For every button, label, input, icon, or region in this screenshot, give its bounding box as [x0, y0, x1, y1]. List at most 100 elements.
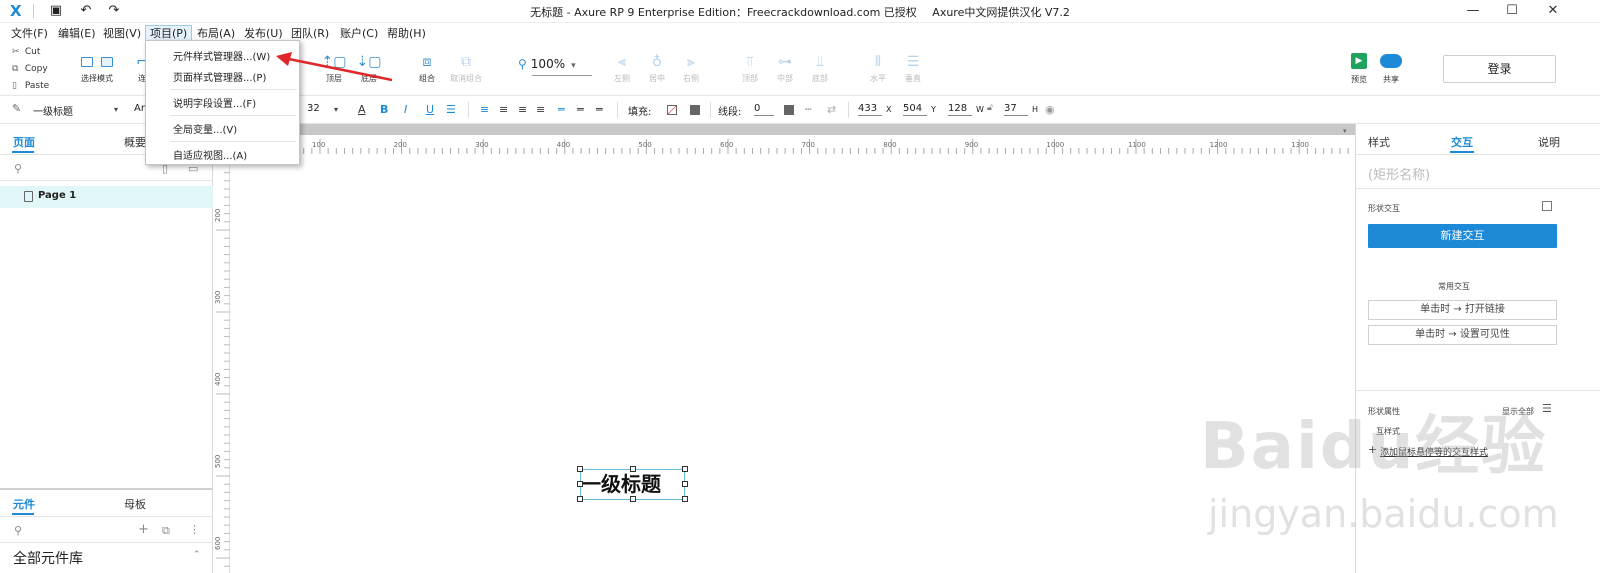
tab-notes[interactable]: 说明 — [1538, 134, 1560, 150]
font-family-select[interactable]: Ar — [134, 103, 145, 114]
login-button[interactable]: 登录 — [1443, 55, 1556, 83]
align-left-button[interactable]: ⫷ 左侧 — [602, 51, 642, 91]
ungroup-button[interactable]: ⧉ 取消组合 — [446, 51, 486, 91]
arrow-style-icon[interactable]: ⇄ — [827, 103, 836, 116]
align-text-left-icon[interactable]: ≡ — [480, 103, 489, 116]
show-all-link[interactable]: 显示全部 — [1502, 406, 1534, 417]
width-input[interactable]: 128 — [948, 103, 972, 116]
library-select[interactable]: 全部元件库 — [13, 548, 83, 568]
bullet-list-icon[interactable]: ☰ — [446, 103, 456, 116]
paste-button[interactable]: ▯ Paste — [12, 81, 49, 91]
fill-color-swatch[interactable] — [667, 105, 677, 115]
library-icon[interactable]: ⧉ — [162, 524, 170, 538]
fill-shadow-icon[interactable] — [690, 105, 700, 115]
cut-button[interactable]: ✂ Cut — [12, 47, 40, 57]
align-middle-button[interactable]: ⊶ 中部 — [765, 51, 805, 91]
resize-handle[interactable] — [630, 496, 636, 502]
justify-text-icon[interactable]: ≡ — [536, 103, 545, 116]
add-library-icon[interactable]: + — [138, 522, 149, 537]
x-input[interactable]: 433 — [858, 103, 882, 116]
panel-splitter[interactable] — [0, 488, 213, 490]
align-bottom-button[interactable]: ⫫ 底部 — [800, 51, 840, 91]
align-text-right-icon[interactable]: ≡ — [518, 103, 527, 116]
align-text-center-icon[interactable]: ≡ — [499, 103, 508, 116]
zoom-control[interactable]: ⚲ 100% ▾ — [518, 57, 592, 76]
search-icon[interactable]: ⚲ — [14, 524, 22, 537]
font-size-select[interactable]: 32 — [307, 103, 320, 114]
more-icon[interactable]: ⋮ — [189, 523, 200, 536]
menu-item-note-fields[interactable]: 说明字段设置...(F) — [173, 95, 256, 110]
menu-item-global-variables[interactable]: 全局变量...(V) — [173, 121, 237, 136]
menu-item-widget-style-manager[interactable]: 元件样式管理器...(W) — [173, 48, 270, 63]
chevron-down-icon[interactable]: ▾ — [114, 105, 118, 114]
valign-bottom-icon[interactable]: ═ — [596, 103, 603, 116]
add-interaction-style-link[interactable]: 添加鼠标悬停等的交互样式 — [1380, 445, 1488, 458]
tab-outline[interactable]: 概要 — [124, 134, 146, 150]
menu-file[interactable]: 文件(F) — [7, 25, 52, 42]
menu-item-page-style-manager[interactable]: 页面样式管理器...(P) — [173, 69, 266, 84]
share-button[interactable]: 共享 — [1375, 51, 1407, 85]
resize-handle[interactable] — [577, 466, 583, 472]
tab-style[interactable]: 样式 — [1368, 134, 1390, 150]
menu-item-adaptive-views[interactable]: 自适应视图...(A) — [173, 147, 247, 162]
page-item-page1[interactable]: Page 1 — [0, 186, 213, 208]
ruler-menu-icon[interactable]: ▾ — [1343, 127, 1347, 135]
menu-icon[interactable]: ☰ — [1542, 402, 1552, 415]
resize-handle[interactable] — [682, 466, 688, 472]
tab-masters[interactable]: 母板 — [124, 496, 146, 512]
valign-middle-icon[interactable]: ═ — [577, 103, 584, 116]
select-mode-button[interactable]: 选择模式 — [62, 51, 132, 91]
distribute-vertical-button[interactable]: ☰ 垂直 — [893, 51, 933, 91]
search-icon[interactable]: ⚲ — [14, 162, 22, 175]
line-pattern-icon[interactable]: ┅ — [805, 103, 812, 116]
underline-icon[interactable]: U — [426, 103, 434, 116]
close-icon[interactable]: ✕ — [1543, 2, 1563, 20]
maximize-icon[interactable]: ☐ — [1502, 2, 1522, 20]
click-open-link-button[interactable]: 单击时 → 打开链接 — [1368, 300, 1557, 320]
tab-widgets[interactable]: 元件 — [13, 496, 35, 512]
plus-icon[interactable]: + — [1368, 443, 1377, 456]
style-edit-icon[interactable]: ✎ — [12, 102, 21, 115]
distribute-horizontal-button[interactable]: ⦀ 水平 — [858, 51, 898, 91]
align-right-button[interactable]: ⫸ 右侧 — [671, 51, 711, 91]
resize-handle[interactable] — [630, 466, 636, 472]
new-interaction-button[interactable]: 新建交互 — [1368, 224, 1557, 248]
align-top-button[interactable]: ⫪ 顶部 — [730, 51, 770, 91]
height-input[interactable]: 37 — [1004, 103, 1028, 116]
preview-button[interactable]: ▶ 预览 — [1343, 51, 1375, 85]
shape-name-input[interactable]: (矩形名称) — [1368, 164, 1430, 183]
tab-pages[interactable]: 页面 — [13, 134, 35, 150]
line-color-swatch[interactable] — [784, 105, 794, 115]
minimize-icon[interactable]: — — [1463, 2, 1483, 20]
italic-icon[interactable]: I — [404, 103, 407, 116]
bold-icon[interactable]: B — [380, 103, 388, 116]
menu-edit[interactable]: 编辑(E) — [54, 25, 100, 42]
line-width-input[interactable]: 0 — [754, 103, 774, 116]
interaction-settings-icon[interactable] — [1542, 201, 1552, 211]
lock-icon[interactable]: 🔓︎ — [987, 103, 993, 113]
tab-interaction[interactable]: 交互 — [1451, 134, 1473, 150]
group-button[interactable]: ⧈ 组合 — [407, 51, 447, 91]
copy-button[interactable]: ⧉ Copy — [12, 64, 48, 74]
save-icon[interactable]: ▣ — [48, 3, 64, 19]
resize-handle[interactable] — [682, 481, 688, 487]
interaction-style-label: 互样式 — [1376, 427, 1400, 436]
style-name-select[interactable]: 一级标题 — [33, 103, 73, 118]
click-set-visible-button[interactable]: 单击时 → 设置可见性 — [1368, 325, 1557, 345]
resize-handle[interactable] — [577, 496, 583, 502]
resize-handle[interactable] — [577, 481, 583, 487]
redo-icon[interactable]: ↷ — [106, 3, 122, 19]
design-canvas[interactable]: ▾ 100 200 300 400 500 600 700 800 900 1000 1100 120… — [213, 124, 1355, 573]
eye-icon[interactable]: ◉ — [1045, 103, 1055, 116]
undo-icon[interactable]: ↶ — [78, 3, 94, 19]
chevron-up-icon[interactable]: ⌃ — [193, 550, 201, 560]
valign-top-icon[interactable]: ═ — [558, 103, 565, 116]
menu-help[interactable]: 帮助(H) — [383, 25, 430, 42]
resize-handle[interactable] — [682, 496, 688, 502]
menu-account[interactable]: 账户(C) — [336, 25, 382, 42]
font-color-icon[interactable]: A — [358, 103, 366, 116]
menu-view[interactable]: 视图(V) — [99, 25, 145, 42]
selected-widget-heading[interactable]: 一级标题 — [581, 468, 661, 497]
chevron-down-icon[interactable]: ▾ — [334, 105, 338, 114]
y-input[interactable]: 504 — [903, 103, 927, 116]
